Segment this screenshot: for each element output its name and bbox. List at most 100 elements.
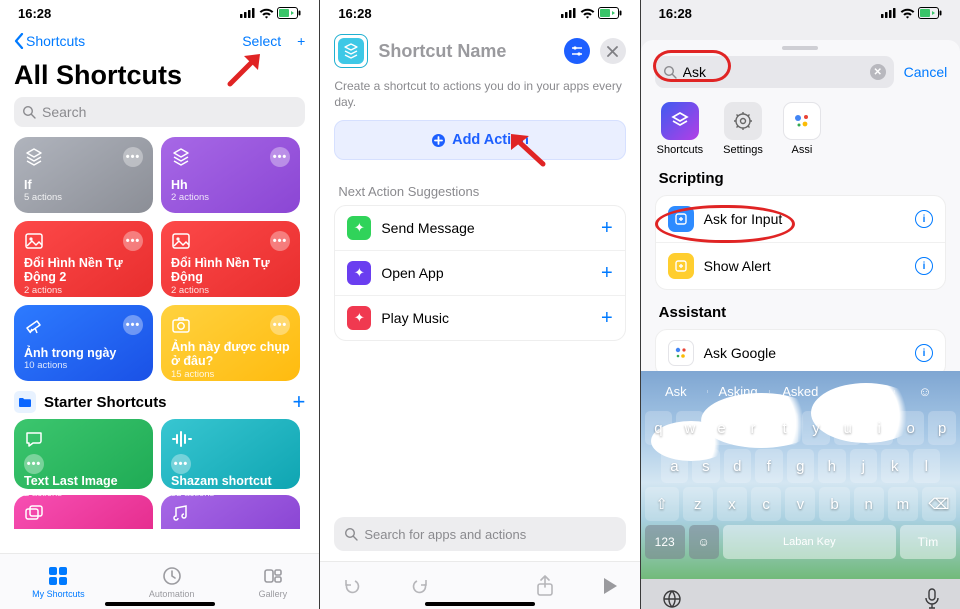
add-action-button[interactable]: Add Action (334, 120, 625, 160)
redo-icon[interactable] (410, 576, 430, 596)
kbd-suggestion[interactable]: Asked (769, 384, 831, 399)
tab-gallery[interactable]: Gallery (259, 565, 288, 599)
emoji-key[interactable]: ☺ (689, 525, 719, 559)
app-icon: ✦ (347, 261, 371, 285)
info-button[interactable]: i (915, 257, 933, 275)
tile-menu-button[interactable]: ••• (171, 454, 191, 474)
key-d[interactable]: d (724, 449, 751, 483)
tile-menu-button[interactable]: ••• (270, 231, 290, 251)
shortcut-tile[interactable]: •••If5 actions (14, 137, 153, 213)
return-key[interactable]: Tìm (900, 525, 956, 559)
clear-search-button[interactable]: ✕ (870, 64, 886, 80)
undo-icon[interactable] (342, 576, 362, 596)
tile-menu-button[interactable]: ••• (270, 315, 290, 335)
shortcut-tile[interactable]: •••Ảnh trong ngày10 actions (14, 305, 153, 381)
kbd-suggestion[interactable]: Ask (645, 384, 707, 399)
kbd-emoji-toggle[interactable]: ☺ (894, 384, 956, 399)
key-q[interactable]: q (645, 411, 673, 445)
key-y[interactable]: y (802, 411, 830, 445)
action-row[interactable]: Show Alerti (656, 242, 945, 289)
tab-automation[interactable]: Automation (149, 565, 195, 599)
suggestion-row[interactable]: ✦Send Message+ (335, 206, 624, 250)
key-n[interactable]: n (854, 487, 884, 521)
key-t[interactable]: t (771, 411, 799, 445)
play-icon[interactable] (602, 577, 618, 595)
key-h[interactable]: h (818, 449, 845, 483)
key-k[interactable]: k (881, 449, 908, 483)
search-field[interactable]: Search (14, 97, 305, 127)
key-m[interactable]: m (888, 487, 918, 521)
key-s[interactable]: s (692, 449, 719, 483)
app-filter[interactable]: Settings (723, 102, 763, 156)
add-suggestion-button[interactable]: + (601, 262, 613, 285)
shortcut-tile[interactable]: •••Ảnh này được chụp ở đâu?15 actions (161, 305, 300, 381)
sliders-icon (570, 44, 584, 58)
key-f[interactable]: f (755, 449, 782, 483)
select-button[interactable]: Select (242, 33, 281, 49)
cancel-button[interactable]: Cancel (904, 64, 948, 80)
key-z[interactable]: z (683, 487, 713, 521)
key-p[interactable]: p (928, 411, 956, 445)
numeric-key[interactable]: 123 (645, 525, 685, 559)
key-i[interactable]: i (865, 411, 893, 445)
shortcut-tile[interactable]: •••Đổi Hình Nền Tự Động2 actions (161, 221, 300, 297)
shortcut-tile[interactable]: •••Hh2 actions (161, 137, 300, 213)
shift-key[interactable]: ⇧ (645, 487, 679, 521)
backspace-key[interactable]: ⌫ (922, 487, 956, 521)
app-filter[interactable]: Shortcuts (657, 102, 703, 156)
key-w[interactable]: w (676, 411, 704, 445)
add-starter-button[interactable]: + (292, 391, 305, 413)
key-c[interactable]: c (751, 487, 781, 521)
add-suggestion-button[interactable]: + (601, 217, 613, 240)
tile-menu-button[interactable]: ••• (123, 315, 143, 335)
key-o[interactable]: o (897, 411, 925, 445)
settings-button[interactable] (564, 38, 590, 64)
suggestion-row[interactable]: ✦Open App+ (335, 250, 624, 295)
action-row[interactable]: Ask Googlei (656, 330, 945, 376)
suggestion-row[interactable]: ✦Play Music+ (335, 295, 624, 340)
key-a[interactable]: a (661, 449, 688, 483)
shortcut-tile[interactable] (14, 495, 153, 529)
key-l[interactable]: l (913, 449, 940, 483)
shortcut-tile[interactable]: •••Đổi Hình Nền Tự Động 22 actions (14, 221, 153, 297)
search-field[interactable]: ✕ (655, 56, 894, 88)
app-filter[interactable]: Assi (783, 102, 821, 156)
key-g[interactable]: g (787, 449, 814, 483)
key-j[interactable]: j (850, 449, 877, 483)
shortcut-icon-button[interactable] (334, 34, 368, 68)
tile-menu-button[interactable]: ••• (123, 147, 143, 167)
back-button[interactable]: Shortcuts (14, 33, 85, 49)
shortcut-tile[interactable]: •••Text Last Image2 actions (14, 419, 153, 489)
sheet-grabber[interactable] (782, 46, 818, 50)
search-input[interactable] (683, 64, 864, 80)
key-b[interactable]: b (819, 487, 849, 521)
folder-icon (14, 391, 36, 413)
actions-search[interactable]: Search for apps and actions (334, 517, 625, 551)
add-suggestion-button[interactable]: + (601, 307, 613, 330)
shortcut-tile[interactable]: •••Shazam shortcut32 actions (161, 419, 300, 489)
kbd-suggestion[interactable]: Asking (707, 384, 769, 399)
info-button[interactable]: i (915, 210, 933, 228)
tab-my-shortcuts[interactable]: My Shortcuts (32, 565, 85, 599)
close-button[interactable] (600, 38, 626, 64)
shortcut-tile[interactable] (161, 495, 300, 529)
tile-menu-button[interactable]: ••• (270, 147, 290, 167)
key-r[interactable]: r (739, 411, 767, 445)
app-icon: ✦ (347, 306, 371, 330)
action-row[interactable]: Ask for Inputi (656, 196, 945, 242)
info-button[interactable]: i (915, 344, 933, 362)
starter-folder-header[interactable]: Starter Shortcuts (14, 391, 167, 413)
mic-icon[interactable] (924, 588, 940, 609)
share-icon[interactable] (536, 575, 554, 597)
globe-icon[interactable] (661, 588, 683, 609)
add-shortcut-button[interactable]: + (297, 34, 305, 48)
key-x[interactable]: x (717, 487, 747, 521)
tile-menu-button[interactable]: ••• (24, 454, 44, 474)
key-u[interactable]: u (834, 411, 862, 445)
tile-menu-button[interactable]: ••• (123, 231, 143, 251)
key-v[interactable]: v (785, 487, 815, 521)
space-key[interactable]: Laban Key (723, 525, 896, 559)
kbd-suggestion[interactable]: Asks (831, 384, 893, 399)
key-e[interactable]: e (708, 411, 736, 445)
shortcut-name-input[interactable]: Shortcut Name (378, 41, 553, 62)
